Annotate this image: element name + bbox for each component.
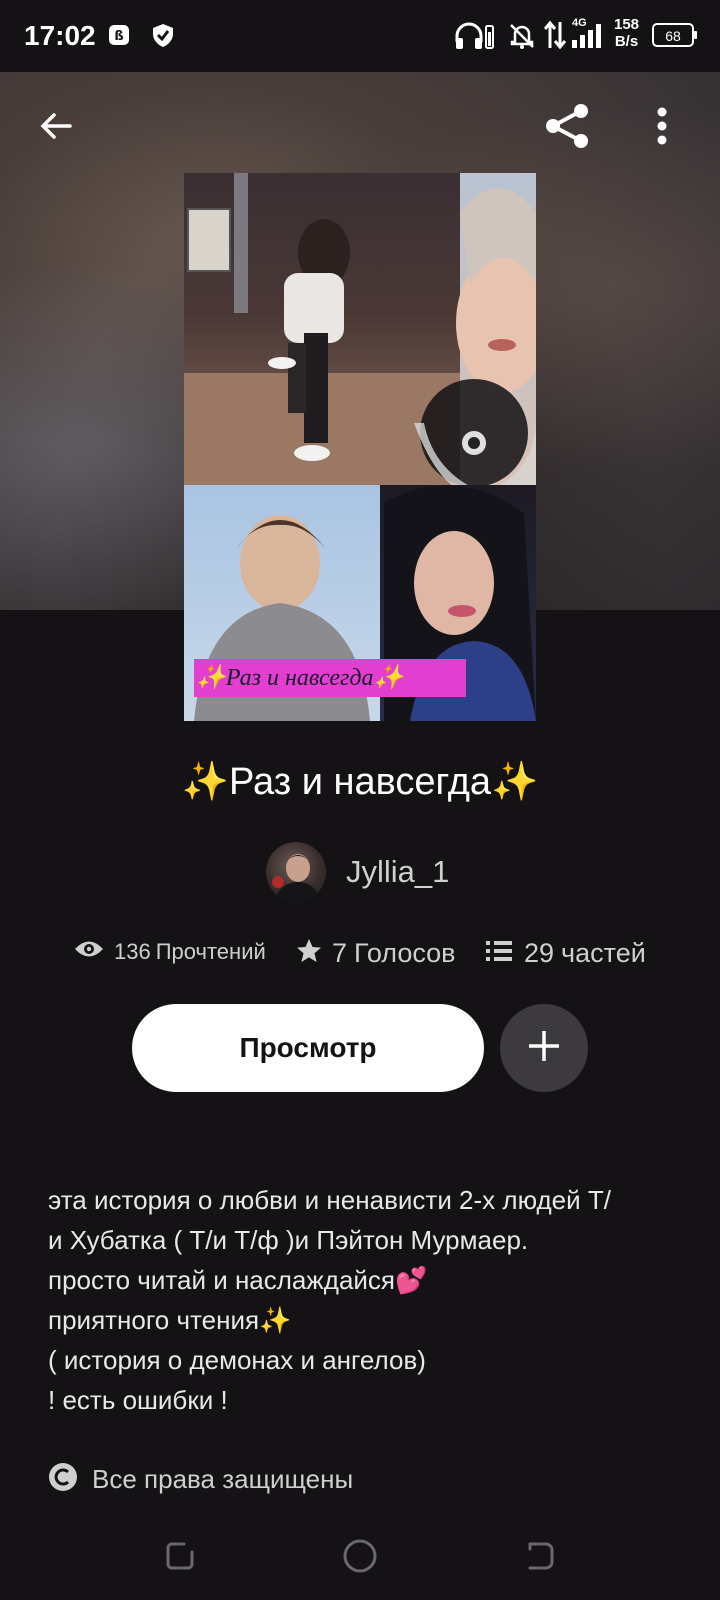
story-stats: 136 Прочтений 7 Голосов 29 частей <box>0 938 720 978</box>
description-line: ! есть ошибки ! <box>48 1385 228 1415</box>
copyright-notice: Все права защищены <box>48 1462 353 1497</box>
votes-count: 7 <box>332 938 348 968</box>
author-link[interactable]: Jyllia_1 <box>266 842 449 902</box>
more-vertical-icon <box>656 106 668 151</box>
signal-icon: 4G <box>570 16 606 55</box>
share-button[interactable] <box>540 100 596 156</box>
shield-check-icon <box>150 22 176 53</box>
bell-off-icon <box>508 22 536 55</box>
battery-icon: 68 <box>652 22 698 53</box>
arrow-left-icon <box>36 106 76 151</box>
description-line: просто читай и наслаждайся💕 <box>48 1265 428 1295</box>
svg-text:4G: 4G <box>572 17 587 29</box>
copyright-icon <box>48 1462 78 1497</box>
add-to-library-button[interactable] <box>500 1004 588 1092</box>
svg-text:ß: ß <box>114 29 123 44</box>
description-line: эта история о любви и ненависти 2-х люде… <box>48 1185 611 1215</box>
more-options-button[interactable] <box>644 100 680 156</box>
eye-icon <box>74 938 104 965</box>
copyright-label: Все права защищены <box>92 1464 354 1494</box>
story-description: эта история о любви и ненависти 2-х люде… <box>48 1180 688 1420</box>
data-transfer-icon <box>543 20 567 55</box>
status-bar: 17:02 ß 4G 158 B/s 68 <box>0 0 720 72</box>
recents-icon <box>164 1540 196 1577</box>
headphones-battery-icon <box>454 20 494 57</box>
votes-label: Голосов <box>354 938 456 968</box>
app-notification-icon: ß <box>108 24 130 51</box>
reads-label: Прочтений <box>155 938 266 964</box>
story-cover[interactable]: ✨Раз и навсегда✨ <box>184 173 536 721</box>
description-line: ( история о демонах и ангелов) <box>48 1345 426 1375</box>
avatar <box>266 842 326 902</box>
author-name: Jyllia_1 <box>346 854 450 889</box>
parts-count: 29 <box>524 938 555 968</box>
status-time: 17:02 <box>24 20 96 51</box>
plus-icon <box>526 1028 562 1069</box>
back-nav-icon <box>524 1540 556 1577</box>
description-line: приятного чтения✨ <box>48 1305 292 1335</box>
story-title: ✨Раз и навсегда✨ <box>181 761 539 803</box>
recents-button[interactable] <box>156 1534 204 1582</box>
back-button[interactable] <box>28 100 84 156</box>
view-button[interactable]: Просмотр <box>132 1004 484 1092</box>
list-icon <box>486 940 512 967</box>
star-icon <box>296 938 322 969</box>
home-button[interactable] <box>336 1534 384 1582</box>
reads-count: 136 <box>114 938 151 964</box>
parts-stat: 29 частей <box>486 938 646 969</box>
description-line: и Хубатка ( Т/и Т/ф )и Пэйтон Мурмаер. <box>48 1225 529 1255</box>
parts-label: частей <box>561 938 646 968</box>
share-icon <box>543 101 593 156</box>
cover-banner-text: ✨Раз и навсегда✨ <box>196 665 404 691</box>
network-speed: 158 B/s <box>614 16 640 50</box>
reads-stat: 136 Прочтений <box>74 938 266 965</box>
svg-text:68: 68 <box>665 28 681 44</box>
votes-stat: 7 Голосов <box>296 938 456 969</box>
back-nav-button[interactable] <box>516 1534 564 1582</box>
home-circle-icon <box>342 1538 378 1579</box>
system-nav-bar <box>0 1520 720 1600</box>
